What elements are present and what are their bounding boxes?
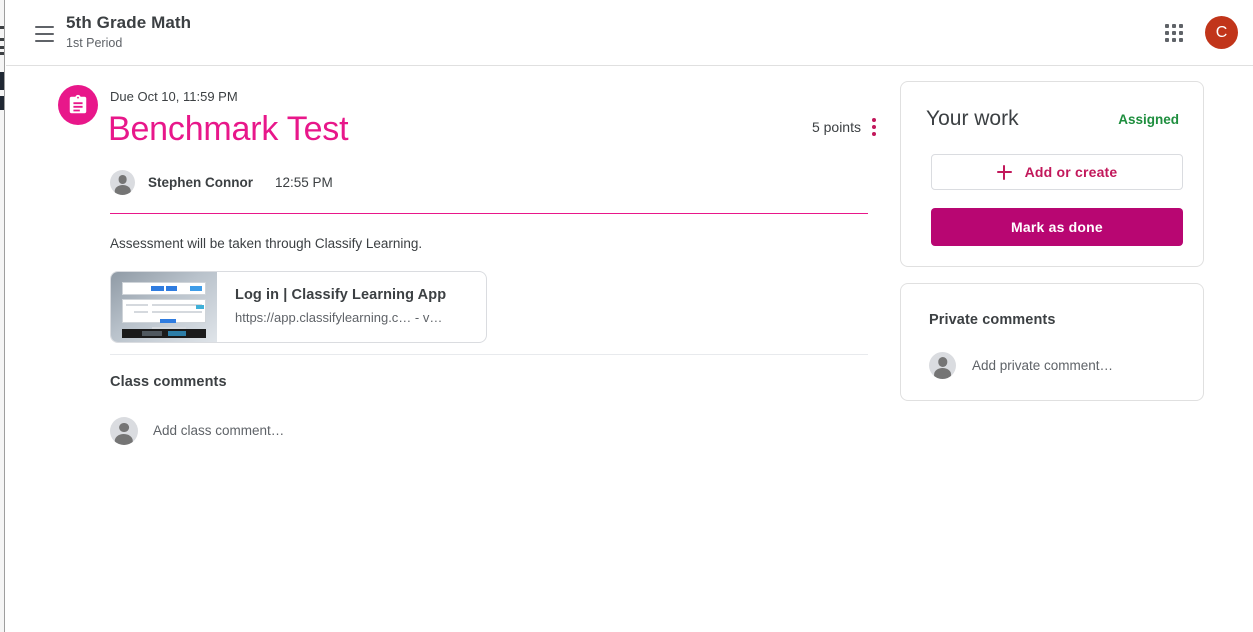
plus-icon — [996, 164, 1012, 180]
background-window-sliver — [0, 0, 5, 632]
login-page-screenshot-thumbnail — [111, 272, 217, 342]
post-time: 12:55 PM — [275, 174, 333, 190]
add-or-create-label: Add or create — [1024, 164, 1118, 180]
class-comment-input[interactable]: Add class comment… — [153, 421, 284, 441]
attachment-meta: Log in | Classify Learning App https://a… — [217, 272, 486, 342]
add-or-create-button[interactable]: Add or create — [931, 154, 1183, 190]
assignment-description: Assessment will be taken through Classif… — [110, 236, 423, 251]
hamburger-menu-icon[interactable] — [26, 16, 62, 52]
sliver-mark — [0, 96, 4, 110]
title-divider — [110, 213, 868, 214]
course-header[interactable]: 5th Grade Math 1st Period — [66, 12, 191, 52]
class-comments-heading: Class comments — [110, 374, 227, 390]
attachment-url: https://app.classifylearning.c… - v… — [235, 310, 443, 325]
attachment-title: Log in | Classify Learning App — [235, 287, 447, 303]
your-work-heading: Your work — [926, 107, 1019, 130]
assignment-clipboard-icon — [58, 85, 98, 125]
points-label: 5 points — [811, 119, 861, 135]
attachment-link-card[interactable]: Log in | Classify Learning App https://a… — [110, 271, 487, 343]
author-name: Stephen Connor — [148, 174, 253, 190]
course-title: 5th Grade Math — [66, 13, 192, 32]
sliver-mark — [0, 26, 4, 29]
main-content: Due Oct 10, 11:59 PM Benchmark Test 5 po… — [6, 66, 1253, 632]
user-avatar-icon — [929, 352, 956, 379]
sliver-mark — [0, 38, 4, 41]
more-vert-icon[interactable] — [861, 113, 887, 141]
top-app-bar: 5th Grade Math 1st Period C — [6, 0, 1253, 66]
add-private-comment-row[interactable]: Add private comment… — [929, 352, 1113, 379]
hamburger-line — [34, 33, 54, 35]
mark-as-done-button[interactable]: Mark as done — [931, 208, 1183, 246]
avatar[interactable]: C — [1205, 16, 1238, 49]
hamburger-line — [34, 26, 54, 28]
private-comments-heading: Private comments — [929, 312, 1056, 328]
course-section: 1st Period — [66, 36, 123, 50]
status-badge: Assigned — [1118, 112, 1179, 127]
private-comments-card: Private comments Add private comment… — [900, 283, 1204, 401]
comments-divider — [110, 354, 868, 355]
private-comment-input[interactable]: Add private comment… — [972, 356, 1113, 376]
hamburger-line — [34, 40, 54, 42]
user-avatar-icon — [110, 170, 135, 195]
sliver-mark — [0, 46, 4, 49]
due-date: Due Oct 10, 11:59 PM — [110, 89, 238, 104]
your-work-card: Your work Assigned Add or create Mark as… — [900, 81, 1204, 267]
author-row: Stephen Connor 12:55 PM — [110, 170, 333, 195]
page-title: Benchmark Test — [108, 110, 349, 148]
apps-grid-icon[interactable] — [1158, 17, 1190, 49]
classroom-assignment-page: 5th Grade Math 1st Period C Due Oct 10, … — [0, 0, 1253, 632]
sliver-mark — [0, 72, 4, 90]
add-class-comment-row[interactable]: Add class comment… — [110, 417, 284, 445]
user-avatar-icon — [110, 417, 138, 445]
sliver-mark — [0, 52, 4, 55]
